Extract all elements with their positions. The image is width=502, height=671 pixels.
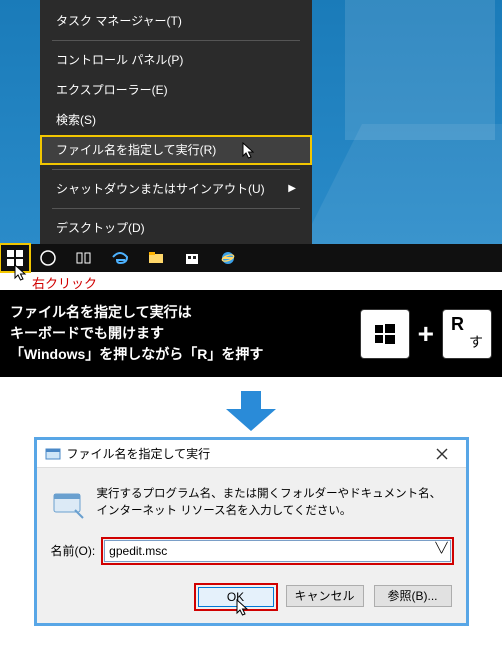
dialog-body: 実行するプログラム名、または開くフォルダーやドキュメント名、インターネット リソ… <box>37 468 466 575</box>
menu-label: ファイル名を指定して実行(R) <box>56 135 216 165</box>
plus-icon: + <box>418 318 434 350</box>
menu-separator <box>52 208 300 209</box>
menu-label: タスク マネージャー(T) <box>56 6 182 36</box>
name-row: 名前(O): ╲╱ <box>51 539 452 563</box>
taskbar-ie[interactable] <box>210 244 246 272</box>
tip-line3: 「Windows」を押しながら「R」を押す <box>10 344 263 365</box>
menu-label: エクスプローラー(E) <box>56 75 168 105</box>
name-input[interactable] <box>104 540 450 562</box>
menu-explorer[interactable]: エクスプローラー(E) <box>40 75 312 105</box>
menu-task-manager[interactable]: タスク マネージャー(T) <box>40 6 312 36</box>
run-body-icon <box>51 486 85 520</box>
right-click-annotation: 右クリック <box>32 273 97 292</box>
cursor-icon <box>242 141 256 171</box>
menu-label: コントロール パネル(P) <box>56 45 183 75</box>
cursor-icon <box>236 599 250 620</box>
menu-control-panel[interactable]: コントロール パネル(P) <box>40 45 312 75</box>
windows-key-icon <box>360 309 410 359</box>
shortcut-tip-text: ファイル名を指定して実行は キーボードでも開けます 「Windows」を押しなが… <box>10 302 263 365</box>
menu-label: デスクトップ(D) <box>56 213 145 243</box>
r-key-icon: R す <box>442 309 492 359</box>
wallpaper-shape-2 <box>302 124 502 244</box>
taskbar-explorer[interactable] <box>138 244 174 272</box>
dialog-description: 実行するプログラム名、または開くフォルダーやドキュメント名、インターネット リソ… <box>97 486 452 521</box>
tip-line1: ファイル名を指定して実行は <box>10 302 263 323</box>
r-key-main: R <box>451 314 464 335</box>
taskbar-taskview[interactable] <box>66 244 102 272</box>
taskbar-cortana[interactable] <box>30 244 66 272</box>
name-input-highlight: ╲╱ <box>103 539 451 563</box>
ok-button-highlight: OK <box>196 585 276 609</box>
menu-shutdown[interactable]: シャットダウンまたはサインアウト(U) ▶ <box>40 174 312 204</box>
taskbar-edge[interactable] <box>102 244 138 272</box>
run-dialog-icon <box>45 446 61 462</box>
dialog-buttons: OK キャンセル 参照(B)... <box>37 575 466 623</box>
menu-run[interactable]: ファイル名を指定して実行(R) <box>40 135 312 165</box>
close-icon <box>436 448 448 460</box>
browse-button[interactable]: 参照(B)... <box>374 585 452 607</box>
panel-shortcut-tip: ファイル名を指定して実行は キーボードでも開けます 「Windows」を押しなが… <box>0 290 502 377</box>
panel-run-dialog: ファイル名を指定して実行 実行するプログラム名、または開くフォルダーやドキュメン… <box>0 437 502 638</box>
down-arrow <box>0 377 502 437</box>
menu-search[interactable]: 検索(S) <box>40 105 312 135</box>
titlebar: ファイル名を指定して実行 <box>37 440 466 468</box>
panel-contextmenu: タスク マネージャー(T) コントロール パネル(P) エクスプローラー(E) … <box>0 0 502 290</box>
menu-separator <box>52 169 300 170</box>
chevron-right-icon: ▶ <box>288 174 296 204</box>
cancel-button[interactable]: キャンセル <box>286 585 364 607</box>
dialog-title: ファイル名を指定して実行 <box>67 445 426 462</box>
cursor-icon <box>14 264 28 285</box>
close-button[interactable] <box>426 444 458 464</box>
r-key-sub: す <box>469 332 483 352</box>
menu-label: シャットダウンまたはサインアウト(U) <box>56 174 265 204</box>
dialog-description-row: 実行するプログラム名、または開くフォルダーやドキュメント名、インターネット リソ… <box>51 486 452 521</box>
name-label: 名前(O): <box>51 542 96 559</box>
menu-label: 検索(S) <box>56 105 96 135</box>
tip-line2: キーボードでも開けます <box>10 323 263 344</box>
menu-separator <box>52 40 300 41</box>
run-dialog: ファイル名を指定して実行 実行するプログラム名、または開くフォルダーやドキュメン… <box>34 437 469 626</box>
key-combo: + R す <box>360 309 492 359</box>
cancel-label: キャンセル <box>294 587 354 604</box>
start-context-menu: タスク マネージャー(T) コントロール パネル(P) エクスプローラー(E) … <box>40 0 312 249</box>
browse-label: 参照(B)... <box>388 587 438 604</box>
taskbar-store[interactable] <box>174 244 210 272</box>
taskbar <box>0 244 502 272</box>
wallpaper-shape <box>345 0 495 140</box>
menu-desktop[interactable]: デスクトップ(D) <box>40 213 312 243</box>
